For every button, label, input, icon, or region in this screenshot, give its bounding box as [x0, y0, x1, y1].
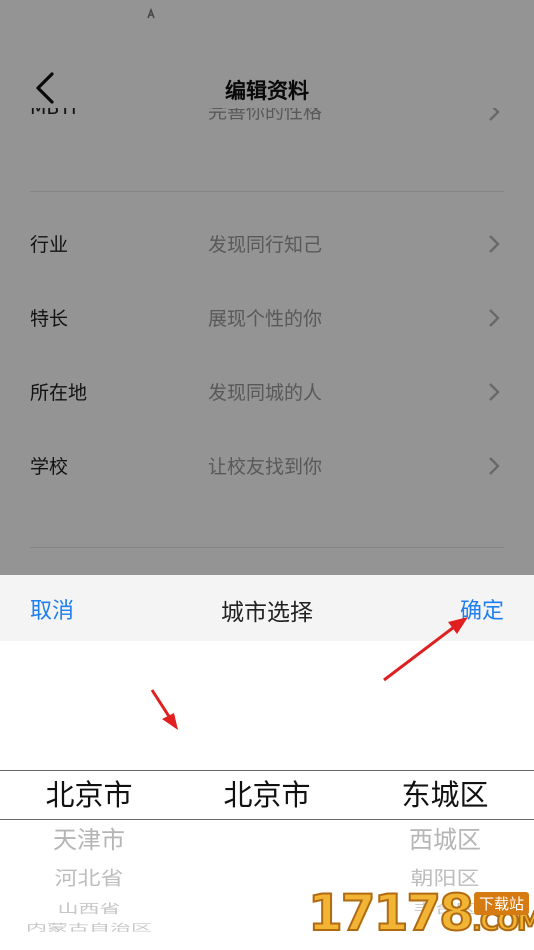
city-wheel[interactable]: 北京市	[178, 771, 356, 819]
site-watermark-logo: 17178.COM 下载站	[307, 883, 534, 950]
modal-backdrop[interactable]	[0, 0, 534, 575]
watermark-number: 17178	[307, 883, 475, 943]
picker-header: 取消 城市选择 确定	[0, 575, 534, 641]
province-option[interactable]: 天津市	[0, 819, 178, 861]
city-option-selected[interactable]: 北京市	[178, 771, 356, 819]
province-option[interactable]: 山西省	[0, 902, 178, 916]
district-option-selected[interactable]: 东城区	[356, 771, 534, 819]
watermark-badge: 下载站	[474, 892, 530, 915]
province-option[interactable]: 内蒙古自治区	[0, 923, 178, 932]
province-wheel[interactable]: 北京市 天津市 河北省 山西省 内蒙古自治区	[0, 771, 178, 935]
confirm-button[interactable]: 确定	[460, 593, 504, 625]
picker-title: 城市选择	[221, 600, 313, 626]
province-option[interactable]: 河北省	[0, 864, 178, 894]
district-option[interactable]: 西城区	[356, 819, 534, 861]
province-option-selected[interactable]: 北京市	[0, 771, 178, 819]
